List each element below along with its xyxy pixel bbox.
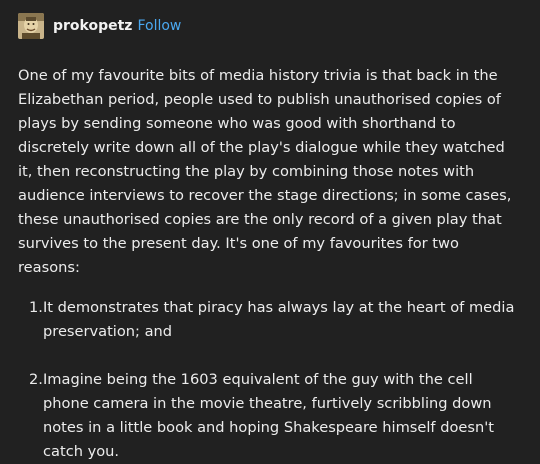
username[interactable]: prokopetz xyxy=(53,18,132,34)
post: prokopetz Follow One of my favourite bit… xyxy=(0,0,540,460)
list-item: 2. Imagine being the 1603 equivalent of … xyxy=(18,368,522,464)
post-header: prokopetz Follow xyxy=(18,0,522,40)
follow-button[interactable]: Follow xyxy=(137,18,181,34)
numbered-list: 1. It demonstrates that piracy has alway… xyxy=(18,296,522,464)
post-body: One of my favourite bits of media histor… xyxy=(18,64,522,464)
list-item: 1. It demonstrates that piracy has alway… xyxy=(18,296,522,344)
list-item-text: Imagine being the 1603 equivalent of the… xyxy=(43,371,494,460)
list-item-text: It demonstrates that piracy has always l… xyxy=(43,299,515,340)
list-item-number: 2. xyxy=(29,371,43,388)
list-item-number: 1. xyxy=(29,299,43,316)
post-paragraph: One of my favourite bits of media histor… xyxy=(18,67,512,276)
avatar-portrait-icon[interactable] xyxy=(18,13,44,39)
